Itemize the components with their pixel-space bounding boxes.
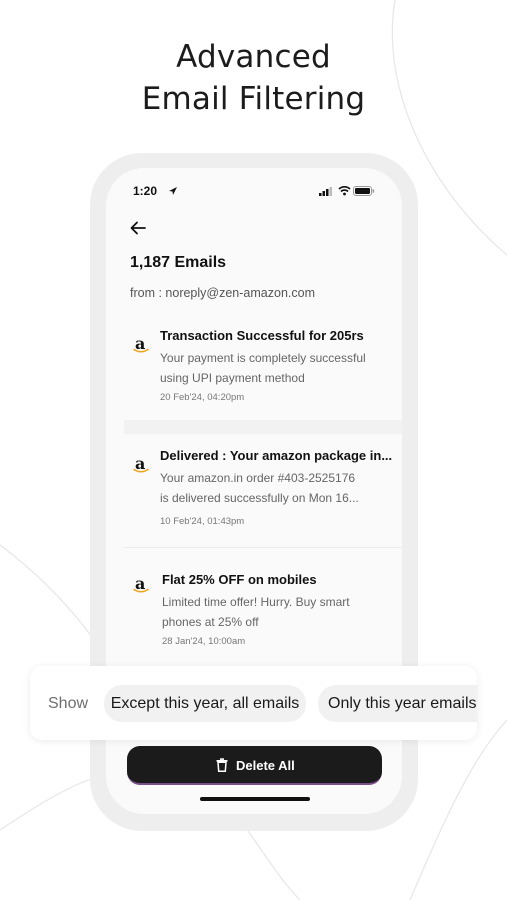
email-date: 28 Jan'24, 10:00am <box>162 636 246 647</box>
email-preview-line: Your amazon.in order #403-2525176 <box>160 471 356 485</box>
status-time: 1:20 <box>133 184 158 198</box>
email-date: 20 Feb'24, 04:20pm <box>160 392 245 403</box>
status-bar: 1:20 <box>106 182 402 202</box>
delete-all-button[interactable]: Delete All <box>127 746 382 785</box>
page-headline: Advanced Email Filtering <box>0 36 507 120</box>
email-item[interactable]: a Delivered : Your amazon package in... … <box>124 436 402 548</box>
amazon-smile-icon <box>133 468 149 473</box>
email-preview: Your payment is completely successful us… <box>160 348 392 388</box>
email-preview-line: phones at 25% off <box>162 615 259 629</box>
sender-filter-line: from : noreply@zen-amazon.com <box>130 286 315 300</box>
email-item[interactable]: a Flat 25% OFF on mobiles Limited time o… <box>124 560 402 660</box>
location-arrow-icon <box>169 187 177 195</box>
email-date: 10 Feb'24, 01:43pm <box>160 516 245 527</box>
wifi-icon <box>338 186 351 196</box>
email-preview-line: using UPI payment method <box>160 371 305 385</box>
headline-line-2: Email Filtering <box>141 81 366 117</box>
filter-chip-only-this-year[interactable]: Only this year emails <box>318 685 477 722</box>
email-count-title: 1,187 Emails <box>130 254 227 271</box>
home-indicator <box>200 797 310 801</box>
amazon-logo-icon: a <box>132 454 150 476</box>
amazon-smile-icon <box>133 588 149 593</box>
delete-all-label: Delete All <box>236 758 295 773</box>
amazon-logo-icon: a <box>132 334 150 356</box>
email-item[interactable]: a Transaction Successful for 205rs Your … <box>124 316 402 418</box>
email-preview-line: Limited time offer! Hurry. Buy smart <box>162 595 350 609</box>
amazon-smile-icon <box>133 348 149 353</box>
signal-icon <box>319 187 332 196</box>
email-preview: Limited time offer! Hurry. Buy smart pho… <box>162 592 394 632</box>
email-preview: Your amazon.in order #403-2525176 is del… <box>160 468 392 508</box>
email-subject: Transaction Successful for 205rs <box>160 328 364 343</box>
email-subject: Delivered : Your amazon package in... <box>160 448 393 463</box>
filter-strip: Show Except this year, all emails Only t… <box>30 666 477 740</box>
battery-icon <box>353 186 375 196</box>
email-subject: Flat 25% OFF on mobiles <box>162 572 317 587</box>
email-preview-line: is delivered successfully on Mon 16... <box>160 491 359 505</box>
list-separator <box>124 420 402 434</box>
email-preview-line: Your payment is completely successful <box>160 351 366 365</box>
trash-icon <box>216 758 228 772</box>
headline-line-1: Advanced <box>176 39 331 75</box>
filter-label: Show <box>48 695 89 712</box>
amazon-logo-icon: a <box>132 574 150 596</box>
back-arrow-icon[interactable] <box>128 218 148 238</box>
filter-chip-except-this-year[interactable]: Except this year, all emails <box>104 685 306 722</box>
